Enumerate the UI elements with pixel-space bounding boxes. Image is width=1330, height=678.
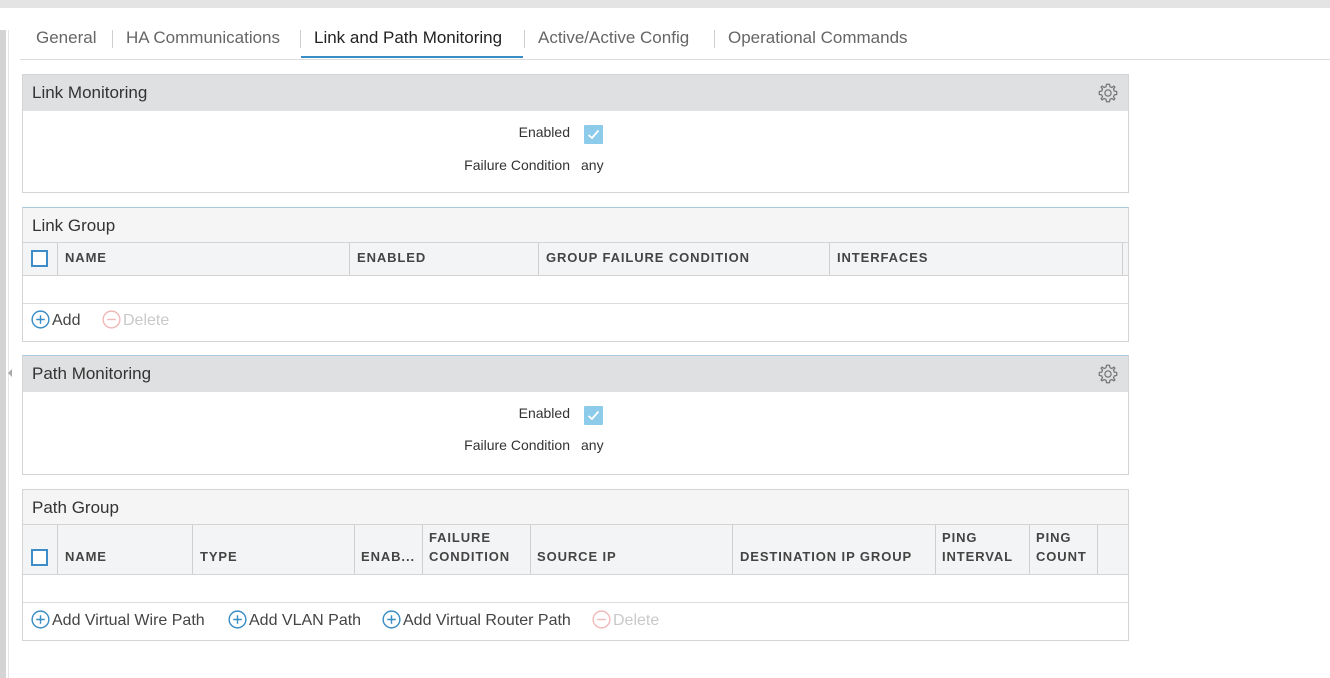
table-empty-row xyxy=(23,276,1128,304)
delete-button[interactable]: Delete xyxy=(592,610,659,630)
select-all-checkbox[interactable] xyxy=(31,250,48,267)
plus-circle-icon xyxy=(382,610,401,629)
panel-title: Path Monitoring xyxy=(32,364,152,383)
path-monitoring-header: Path Monitoring xyxy=(23,356,1128,392)
link-group-panel: Link Group NAME ENABLED GROUP FAILURE CO… xyxy=(22,207,1129,342)
path-group-header: Path Group xyxy=(23,490,1128,524)
enabled-label: Enabled xyxy=(518,405,570,421)
failure-condition-label: Failure Condition xyxy=(464,157,570,173)
path-group-table-header: NAME TYPE ENAB... FAILURE CONDITION SOUR… xyxy=(23,524,1128,575)
table-empty-row xyxy=(23,575,1128,603)
plus-circle-icon xyxy=(228,610,247,629)
checkmark-icon xyxy=(587,129,600,140)
column-header-failure-condition[interactable]: FAILURE CONDITION xyxy=(423,525,531,574)
link-monitoring-header: Link Monitoring xyxy=(23,75,1128,111)
path-group-panel: Path Group NAME TYPE ENAB... FAILURE CON… xyxy=(22,489,1129,641)
tab-active-active-config[interactable]: Active/Active Config xyxy=(538,28,689,48)
left-panel-splitter[interactable] xyxy=(0,30,6,678)
column-header-interfaces[interactable]: INTERFACES xyxy=(830,243,1123,275)
tab-separator xyxy=(714,30,715,48)
add-button[interactable]: Add xyxy=(31,310,80,330)
add-vlan-path-button[interactable]: Add VLAN Path xyxy=(228,610,361,630)
link-monitoring-panel: Link Monitoring Enabled Failure Conditio… xyxy=(22,74,1129,193)
column-header-name[interactable]: NAME xyxy=(58,525,193,574)
failure-condition-value: any xyxy=(581,157,604,173)
add-virtual-router-path-button[interactable]: Add Virtual Router Path xyxy=(382,610,571,630)
column-header-destination-ip-group[interactable]: DESTINATION IP GROUP xyxy=(733,525,936,574)
column-header-group-failure-condition[interactable]: GROUP FAILURE CONDITION xyxy=(539,243,830,275)
checkmark-icon xyxy=(587,410,600,421)
tab-operational-commands[interactable]: Operational Commands xyxy=(728,28,908,48)
plus-circle-icon xyxy=(31,610,50,629)
path-monitoring-enabled-checkbox[interactable] xyxy=(584,406,603,425)
active-tab-indicator xyxy=(301,56,523,58)
panel-title: Link Monitoring xyxy=(32,83,148,102)
gear-icon[interactable] xyxy=(1097,82,1119,104)
link-group-table-header: NAME ENABLED GROUP FAILURE CONDITION INT… xyxy=(23,242,1128,276)
gear-icon[interactable] xyxy=(1097,363,1119,385)
path-monitoring-panel: Path Monitoring Enabled Failure Conditio… xyxy=(22,355,1129,475)
tab-separator xyxy=(300,30,301,48)
tab-link-and-path-monitoring[interactable]: Link and Path Monitoring xyxy=(314,28,502,48)
column-header-ping-count[interactable]: PING COUNT xyxy=(1030,525,1098,574)
tab-separator xyxy=(524,30,525,48)
panel-title: Path Group xyxy=(32,498,119,517)
minus-circle-icon xyxy=(592,610,611,629)
plus-circle-icon xyxy=(31,310,50,329)
delete-button[interactable]: Delete xyxy=(102,310,169,330)
tab-separator xyxy=(112,30,113,48)
panel-title: Link Group xyxy=(32,216,116,235)
column-header-type[interactable]: TYPE xyxy=(193,525,355,574)
enabled-label: Enabled xyxy=(518,124,570,140)
failure-condition-value: any xyxy=(581,437,604,453)
column-header-enabled[interactable]: ENAB... xyxy=(355,525,423,574)
top-bar xyxy=(0,0,1330,8)
add-virtual-wire-path-button[interactable]: Add Virtual Wire Path xyxy=(31,610,205,630)
tab-bar: General HA Communications Link and Path … xyxy=(20,8,1330,60)
link-monitoring-enabled-checkbox[interactable] xyxy=(584,125,603,144)
failure-condition-label: Failure Condition xyxy=(464,437,570,453)
tab-general[interactable]: General xyxy=(36,28,96,48)
collapse-arrow-icon[interactable] xyxy=(8,369,12,377)
column-header-enabled[interactable]: ENABLED xyxy=(350,243,539,275)
link-group-header: Link Group xyxy=(23,208,1128,242)
column-header-source-ip[interactable]: SOURCE IP xyxy=(531,525,733,574)
tab-ha-communications[interactable]: HA Communications xyxy=(126,28,280,48)
minus-circle-icon xyxy=(102,310,121,329)
select-all-checkbox[interactable] xyxy=(31,549,48,566)
column-header-name[interactable]: NAME xyxy=(58,243,350,275)
column-header-ping-interval[interactable]: PING INTERVAL xyxy=(936,525,1030,574)
left-divider xyxy=(8,30,9,678)
